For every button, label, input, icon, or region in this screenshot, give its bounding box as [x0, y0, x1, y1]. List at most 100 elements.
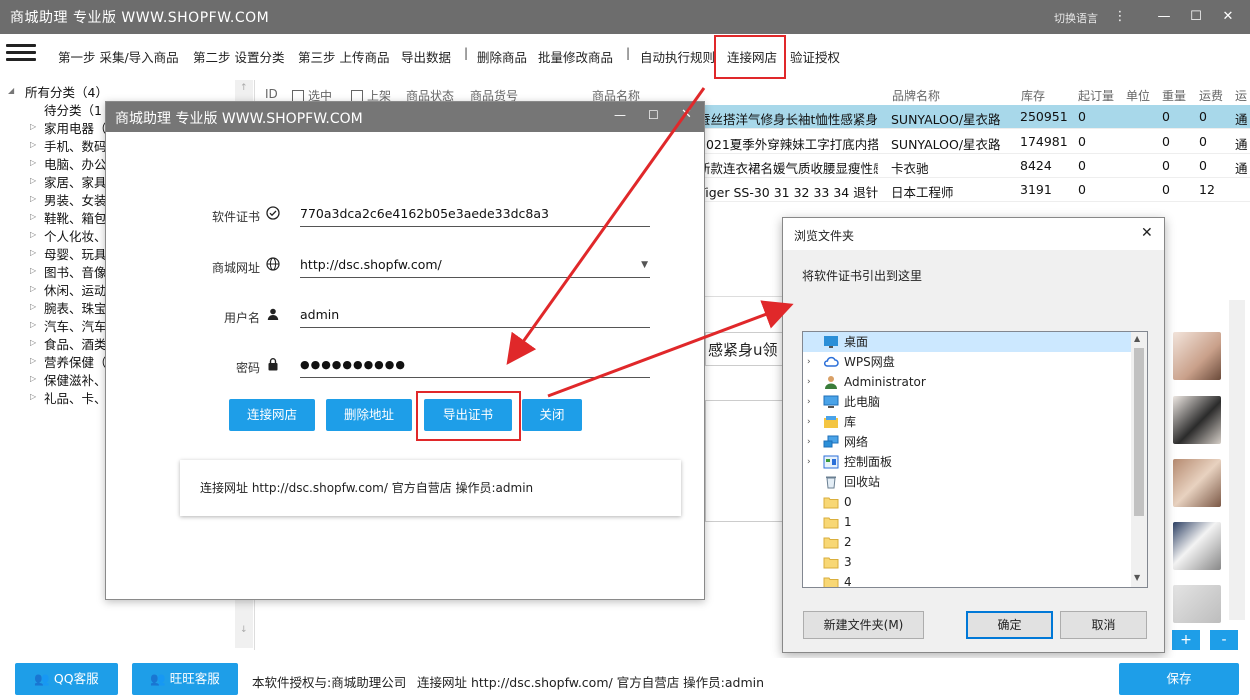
- tree-item[interactable]: 汽车、汽车: [44, 316, 107, 335]
- product-thumbnail[interactable]: [1173, 585, 1221, 623]
- collapse-arrow-icon[interactable]: ▷: [30, 248, 36, 257]
- qq-service-button[interactable]: 👥 QQ客服: [15, 663, 118, 695]
- close-icon[interactable]: ✕: [1141, 225, 1153, 241]
- toolbar-step1[interactable]: 第一步 采集/导入商品: [58, 47, 179, 66]
- folder-item-1[interactable]: 1: [803, 512, 1131, 532]
- connect-store-button[interactable]: 连接网店: [229, 399, 315, 431]
- product-thumbnail[interactable]: [1173, 522, 1221, 570]
- scroll-up-icon[interactable]: ▲: [1134, 334, 1140, 343]
- tree-item[interactable]: 男装、女装: [44, 190, 107, 209]
- collapse-arrow-icon[interactable]: ▷: [30, 266, 36, 275]
- folder-item-this-pc[interactable]: › 此电脑: [803, 392, 1131, 412]
- product-thumbnail[interactable]: [1173, 332, 1221, 380]
- scroll-down-icon[interactable]: ↓: [240, 625, 248, 635]
- collapse-arrow-icon[interactable]: ▷: [30, 320, 36, 329]
- toolbar-step3[interactable]: 第三步 上传商品: [298, 47, 389, 66]
- detail-name-field[interactable]: 感紧身u领: [705, 332, 785, 366]
- scroll-up-icon[interactable]: ↑: [240, 83, 248, 93]
- col-header-brand[interactable]: 品牌名称: [892, 87, 940, 104]
- product-thumbnail[interactable]: [1173, 459, 1221, 507]
- folder-item-recycle-bin[interactable]: 回收站: [803, 472, 1131, 492]
- add-image-button[interactable]: +: [1172, 630, 1200, 650]
- chevron-right-icon[interactable]: ›: [807, 452, 811, 472]
- thumb-scrollbar[interactable]: [1229, 300, 1245, 620]
- detail-desc-field[interactable]: [705, 400, 785, 522]
- scroll-down-icon[interactable]: ▼: [1134, 573, 1140, 582]
- toolbar-step2[interactable]: 第二步 设置分类: [193, 47, 284, 66]
- collapse-arrow-icon[interactable]: ▷: [30, 374, 36, 383]
- collapse-arrow-icon[interactable]: ▷: [30, 122, 36, 131]
- chevron-down-icon[interactable]: ▼: [641, 254, 648, 276]
- save-button[interactable]: 保存: [1119, 663, 1239, 695]
- chevron-right-icon[interactable]: ›: [807, 412, 811, 432]
- close-button[interactable]: 关闭: [522, 399, 582, 431]
- col-header-unit[interactable]: 单位: [1126, 87, 1150, 104]
- tree-item[interactable]: 待分类（1: [44, 100, 102, 119]
- chevron-right-icon[interactable]: ›: [807, 352, 811, 372]
- col-header-id[interactable]: ID: [265, 87, 278, 101]
- toolbar-verify-license[interactable]: 验证授权: [790, 47, 840, 66]
- url-select[interactable]: http://dsc.shopfw.com/ ▼: [300, 254, 650, 278]
- folder-tree-scrollbar[interactable]: ▲ ▼: [1131, 332, 1147, 587]
- col-header-weight[interactable]: 重量: [1162, 87, 1186, 104]
- delete-address-button[interactable]: 删除地址: [326, 399, 412, 431]
- folder-tree[interactable]: 桌面 › WPS网盘 › Administrator › 此电脑 › 库 › 网…: [802, 331, 1148, 588]
- hamburger-menu-icon[interactable]: [6, 40, 36, 70]
- collapse-arrow-icon[interactable]: ▷: [30, 392, 36, 401]
- folder-item-0[interactable]: 0: [803, 492, 1131, 512]
- collapse-arrow-icon[interactable]: ▷: [30, 284, 36, 293]
- collapse-arrow-icon[interactable]: ▷: [30, 194, 36, 203]
- more-vertical-icon[interactable]: ⋮: [1108, 6, 1132, 28]
- tree-item[interactable]: 图书、音像: [44, 262, 107, 281]
- collapse-arrow-icon[interactable]: ▷: [30, 212, 36, 221]
- collapse-arrow-icon[interactable]: ▷: [30, 338, 36, 347]
- chevron-right-icon[interactable]: ›: [807, 432, 811, 452]
- folder-item-control-panel[interactable]: › 控制面板: [803, 452, 1131, 472]
- folder-item-desktop[interactable]: 桌面: [803, 332, 1131, 352]
- minimize-icon[interactable]: —: [1152, 6, 1176, 28]
- close-icon[interactable]: ✕: [681, 107, 692, 122]
- tree-item[interactable]: 礼品、卡、: [44, 388, 107, 407]
- folder-item-wps[interactable]: › WPS网盘: [803, 352, 1131, 372]
- chevron-right-icon[interactable]: ›: [807, 392, 811, 412]
- tree-root[interactable]: 所有分类（4）: [25, 82, 108, 101]
- toolbar-batch-edit[interactable]: 批量修改商品: [538, 47, 613, 66]
- language-switch[interactable]: 切换语言: [1054, 10, 1098, 26]
- tree-item[interactable]: 家居、家具: [44, 172, 107, 191]
- collapse-arrow-icon[interactable]: ▷: [30, 230, 36, 239]
- close-icon[interactable]: ✕: [1216, 6, 1240, 28]
- scrollbar-thumb[interactable]: [1134, 348, 1144, 516]
- folder-item-administrator[interactable]: › Administrator: [803, 372, 1131, 392]
- toolbar-delete-goods[interactable]: 删除商品: [477, 47, 527, 66]
- folder-item-network[interactable]: › 网络: [803, 432, 1131, 452]
- remove-image-button[interactable]: -: [1210, 630, 1238, 650]
- col-header-freight[interactable]: 运费: [1199, 87, 1223, 104]
- toolbar-export-data[interactable]: 导出数据: [401, 47, 451, 66]
- license-field[interactable]: 770a3dca2c6e4162b05e3aede33dc8a3: [300, 203, 650, 227]
- product-thumbnail[interactable]: [1173, 396, 1221, 444]
- folder-item-library[interactable]: › 库: [803, 412, 1131, 432]
- collapse-arrow-icon[interactable]: ▷: [30, 158, 36, 167]
- tree-item[interactable]: 营养保健（: [44, 352, 107, 371]
- username-field[interactable]: admin: [300, 304, 650, 328]
- toolbar-auto-rules[interactable]: 自动执行规则: [640, 47, 715, 66]
- minimize-icon[interactable]: —: [614, 108, 626, 122]
- col-header-extra[interactable]: 运: [1235, 87, 1247, 104]
- tree-item[interactable]: 母婴、玩具: [44, 244, 107, 263]
- collapse-arrow-icon[interactable]: ▷: [30, 356, 36, 365]
- ok-button[interactable]: 确定: [966, 611, 1053, 639]
- tree-item[interactable]: 个人化妆、: [44, 226, 107, 245]
- folder-item-4[interactable]: 4: [803, 572, 1131, 587]
- collapse-arrow-icon[interactable]: ▷: [30, 176, 36, 185]
- password-field[interactable]: ●●●●●●●●●●: [300, 354, 650, 378]
- tree-item[interactable]: 手机、数码: [44, 136, 107, 155]
- wangwang-service-button[interactable]: 👥 旺旺客服: [132, 663, 238, 695]
- tree-item[interactable]: 食品、酒类: [44, 334, 107, 353]
- col-header-min-order[interactable]: 起订量: [1078, 87, 1114, 104]
- maximize-icon[interactable]: ☐: [648, 108, 659, 122]
- tree-item[interactable]: 家用电器（: [44, 118, 107, 137]
- col-header-stock[interactable]: 库存: [1021, 87, 1045, 104]
- tree-item[interactable]: 电脑、办公: [44, 154, 107, 173]
- tree-item[interactable]: 鞋靴、箱包: [44, 208, 107, 227]
- tree-item[interactable]: 腕表、珠宝: [44, 298, 107, 317]
